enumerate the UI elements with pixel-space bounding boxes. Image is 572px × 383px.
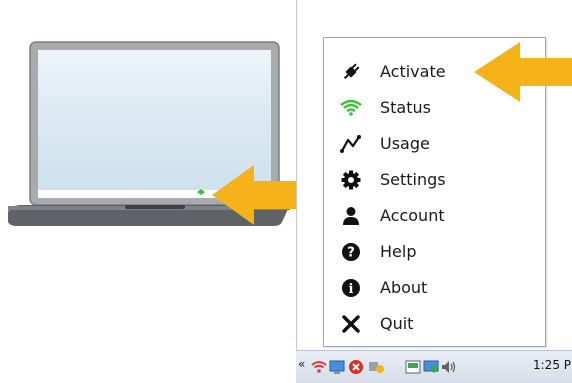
menu-item-label: Help xyxy=(380,242,417,261)
usage-graph-icon xyxy=(340,133,362,155)
menu-item-help[interactable]: ? Help xyxy=(324,236,545,266)
menu-item-label: Activate xyxy=(380,62,446,81)
monitor-tray-icon[interactable] xyxy=(329,359,345,375)
close-icon xyxy=(340,313,362,335)
network-tray-icon[interactable] xyxy=(368,359,384,375)
menu-item-about[interactable]: i About xyxy=(324,272,545,302)
tray-pointer-arrow-icon xyxy=(212,165,296,225)
menu-item-account[interactable]: Account xyxy=(324,200,545,230)
menu-item-label: Settings xyxy=(380,170,446,189)
display-tray-icon[interactable] xyxy=(423,359,439,375)
menu-item-label: About xyxy=(380,278,428,297)
activate-pointer-arrow-icon xyxy=(474,42,572,102)
svg-text:?: ? xyxy=(347,246,355,261)
menu-item-label: Quit xyxy=(380,314,414,333)
security-alert-tray-icon[interactable] xyxy=(348,359,364,375)
svg-text:i: i xyxy=(349,282,354,297)
menu-item-usage[interactable]: Usage xyxy=(324,128,545,158)
user-icon xyxy=(340,205,362,227)
menu-item-label: Usage xyxy=(380,134,430,153)
taskbar-clock[interactable]: 1:25 P xyxy=(533,358,571,372)
menu-item-quit[interactable]: Quit xyxy=(324,308,545,338)
tray-expand-icon[interactable]: « xyxy=(298,357,305,371)
drive-tray-icon[interactable] xyxy=(405,359,421,375)
volume-icon[interactable] xyxy=(440,359,456,375)
menu-item-label: Status xyxy=(380,98,431,117)
plug-icon xyxy=(340,61,362,83)
wifi-tray-icon[interactable] xyxy=(311,359,327,375)
info-icon: i xyxy=(340,277,362,299)
menu-item-settings[interactable]: Settings xyxy=(324,164,545,194)
gear-icon xyxy=(340,169,362,191)
menu-item-label: Account xyxy=(380,206,445,225)
wifi-icon xyxy=(340,97,362,119)
help-icon: ? xyxy=(340,241,362,263)
